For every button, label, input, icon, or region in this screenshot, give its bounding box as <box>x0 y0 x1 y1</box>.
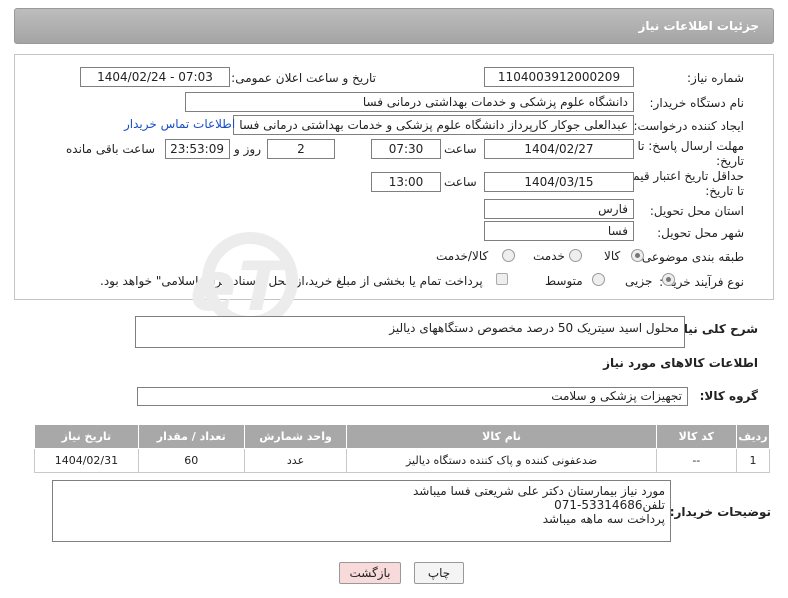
reply-deadline-label-2: تاریخ: <box>716 154 744 168</box>
process-option-minor: جزیی <box>625 274 653 288</box>
reply-time-field[interactable]: 07:30 <box>371 139 441 159</box>
province-label: استان محل تحویل: <box>649 204 744 218</box>
print-button[interactable]: چاپ <box>414 562 464 584</box>
buyer-notes-line-1: مورد نیاز بیمارستان دکتر علی شریعتی فسا … <box>412 484 665 498</box>
days-label: روز و <box>234 142 261 156</box>
goods-section-title: اطلاعات کالاهای مورد نیاز <box>603 356 758 370</box>
col-item-code: کد کالا <box>655 424 737 449</box>
back-button[interactable]: بازگشت <box>339 562 401 584</box>
announce-label: تاریخ و ساعت اعلان عمومی: <box>231 71 376 85</box>
page-header: جزئیات اطلاعات نیاز <box>14 8 774 44</box>
category-radio-service[interactable] <box>569 249 582 262</box>
price-validity-time-label: ساعت <box>444 175 477 189</box>
reply-date-field[interactable]: 1404/02/27 <box>484 139 634 159</box>
col-item-name: نام کالا <box>346 424 657 449</box>
city-label: شهر محل تحویل: <box>657 226 744 240</box>
category-option-service: خدمت <box>533 249 565 263</box>
city-field[interactable]: فسا <box>484 221 634 241</box>
province-field[interactable]: فارس <box>484 199 634 219</box>
goods-group-field[interactable]: تجهیزات پزشکی و سلامت <box>137 387 688 406</box>
price-validity-time-field[interactable]: 13:00 <box>371 172 441 192</box>
cell-need-date: 1404/02/31 <box>34 448 139 473</box>
reply-deadline-label: مهلت ارسال پاسخ: تا <box>637 139 744 153</box>
need-number-field[interactable]: 1104003912000209 <box>484 67 634 87</box>
category-radio-goods[interactable] <box>631 249 644 262</box>
buyer-org-field[interactable]: دانشگاه علوم پزشکی و خدمات بهداشتی درمان… <box>185 92 634 112</box>
table-row[interactable]: 1 -- ضدعفونی کننده و پاک کننده دستگاه دی… <box>34 448 771 473</box>
col-unit: واحد شمارش <box>243 424 348 449</box>
col-need-date: تاریخ نیاز <box>34 424 139 449</box>
buyer-notes-line-2: تلفن53314686-071 <box>554 498 665 512</box>
page-title: جزئیات اطلاعات نیاز <box>638 19 759 33</box>
cell-item-name: ضدعفونی کننده و پاک کننده دستگاه دیالیز <box>346 448 657 473</box>
buyer-notes-label: توضیحات خریدار: <box>669 505 771 519</box>
buyer-contact-link[interactable]: اطلاعات تماس خریدار <box>124 117 235 131</box>
treasury-note: پرداخت تمام یا بخشی از مبلغ خرید،از محل … <box>100 274 483 288</box>
cell-quantity: 60 <box>137 448 245 473</box>
cell-item-code: -- <box>655 448 737 473</box>
process-radio-minor[interactable] <box>662 273 675 286</box>
need-number-label: شماره نیاز: <box>687 71 744 85</box>
process-radio-medium[interactable] <box>592 273 605 286</box>
process-option-medium: متوسط <box>545 274 583 288</box>
price-validity-date-field[interactable]: 1404/03/15 <box>484 172 634 192</box>
announce-field[interactable]: 1404/02/24 - 07:03 <box>80 67 230 87</box>
buyer-org-label: نام دستگاه خریدار: <box>649 96 745 110</box>
treasury-checkbox[interactable] <box>496 273 508 285</box>
buyer-notes-field[interactable]: مورد نیاز بیمارستان دکتر علی شریعتی فسا … <box>52 480 671 542</box>
buyer-notes-line-3: پرداخت سه ماهه میباشد <box>542 512 665 526</box>
price-validity-label-2: تا تاریخ: <box>705 184 744 198</box>
creator-field[interactable]: عبدالعلی جوکار کارپرداز دانشگاه علوم پزش… <box>233 115 634 135</box>
remaining-time-field[interactable]: 23:53:09 <box>165 139 230 159</box>
col-row-number: ردیف <box>735 424 771 449</box>
days-field[interactable]: 2 <box>267 139 335 159</box>
creator-label: ایجاد کننده درخواست: <box>633 119 744 133</box>
cell-row-number: 1 <box>735 448 771 473</box>
col-quantity: تعداد / مقدار <box>137 424 245 449</box>
goods-group-label: گروه کالا: <box>699 389 758 403</box>
goods-table: ردیف کد کالا نام کالا واحد شمارش تعداد /… <box>34 424 771 473</box>
description-field[interactable]: محلول اسید سیتریک 50 درصد مخصوص دستگاهها… <box>135 316 685 348</box>
table-header-row: ردیف کد کالا نام کالا واحد شمارش تعداد /… <box>34 424 771 449</box>
category-option-goods-service: کالا/خدمت <box>436 249 489 263</box>
category-label: طبقه بندی موضوعی: <box>637 250 744 264</box>
remaining-label: ساعت باقی مانده <box>66 142 156 156</box>
price-validity-label: حداقل تاریخ اعتبار قیمت: <box>617 169 744 183</box>
category-radio-goods-service[interactable] <box>502 249 515 262</box>
reply-time-label: ساعت <box>444 142 477 156</box>
cell-unit: عدد <box>243 448 348 473</box>
category-option-goods: کالا <box>604 249 621 263</box>
